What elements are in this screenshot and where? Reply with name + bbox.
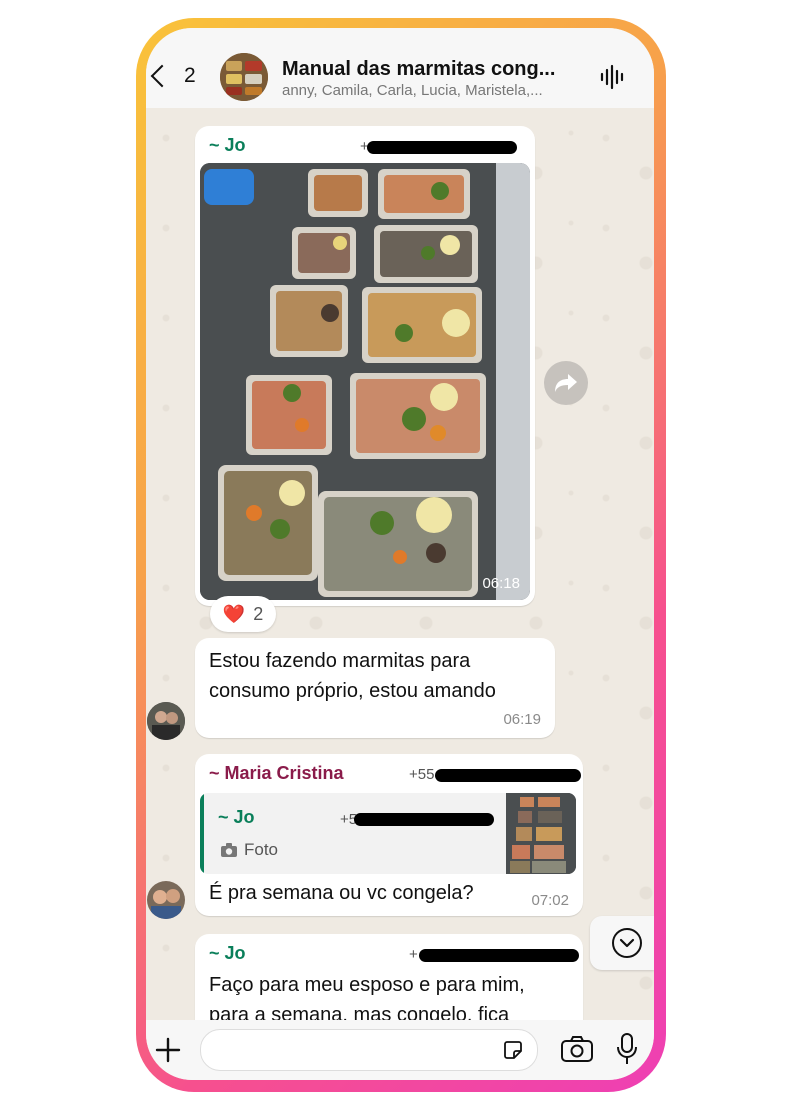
sender-phone: + bbox=[409, 946, 418, 963]
text-message[interactable]: Estou fazendo marmitas para consumo próp… bbox=[195, 638, 555, 738]
message-text: É pra semana ou vc congela? bbox=[209, 882, 474, 904]
camera-icon[interactable] bbox=[560, 1034, 594, 1064]
message-text-line: consumo próprio, estou amando bbox=[209, 680, 496, 702]
group-title[interactable]: Manual das marmitas cong... bbox=[282, 58, 582, 81]
photo-timestamp: 06:18 bbox=[482, 575, 520, 592]
avatar[interactable] bbox=[147, 881, 185, 919]
sticker-icon[interactable] bbox=[501, 1038, 525, 1062]
quote-sender: ~ Jo bbox=[218, 807, 255, 827]
forward-button[interactable] bbox=[544, 361, 588, 405]
quote-type: Foto bbox=[220, 840, 278, 860]
group-members[interactable]: anny, Camila, Carla, Lucia, Maristela,..… bbox=[282, 82, 582, 99]
message-composer bbox=[146, 1020, 654, 1080]
redacted-phone bbox=[354, 813, 494, 826]
food-photo[interactable]: 06:18 bbox=[200, 163, 530, 600]
avatar[interactable] bbox=[147, 702, 185, 740]
quoted-message[interactable]: ~ Jo +5 Foto bbox=[200, 793, 576, 874]
message-timestamp: 06:19 bbox=[503, 711, 541, 728]
unread-count: 2 bbox=[184, 64, 196, 87]
quote-bar bbox=[200, 793, 204, 874]
message-text-line: Faço para meu esposo e para mim, bbox=[209, 974, 525, 996]
microphone-icon[interactable] bbox=[616, 1032, 638, 1066]
scroll-down-button[interactable] bbox=[590, 916, 654, 970]
chevron-left-icon bbox=[150, 64, 174, 88]
heart-reaction-icon: ❤️ bbox=[222, 603, 246, 624]
quote-thumbnail bbox=[506, 793, 576, 874]
forward-icon bbox=[555, 374, 577, 392]
redacted-phone bbox=[435, 769, 581, 782]
sender-phone: +55 bbox=[409, 766, 435, 783]
chat-screen: 2 Manual das marmitas cong... anny, Cami… bbox=[146, 28, 654, 1080]
reaction-count: 2 bbox=[253, 603, 264, 624]
message-sender: ~ Maria Cristina bbox=[209, 763, 344, 783]
redacted-phone bbox=[419, 949, 579, 962]
quote-type-label: Foto bbox=[244, 840, 279, 859]
message-input[interactable] bbox=[200, 1029, 538, 1071]
message-text-line: Estou fazendo marmitas para bbox=[209, 650, 471, 672]
waveform-icon[interactable] bbox=[600, 64, 626, 90]
camera-icon bbox=[221, 843, 237, 857]
plus-icon[interactable] bbox=[154, 1036, 182, 1064]
message-sender: ~ Jo bbox=[209, 943, 246, 963]
message-timestamp: 07:02 bbox=[531, 892, 569, 909]
message-sender: ~ Jo bbox=[209, 135, 246, 155]
group-avatar[interactable] bbox=[220, 53, 268, 101]
chevron-down-circle-icon bbox=[612, 928, 642, 958]
reaction-badge[interactable]: ❤️ 2 bbox=[210, 596, 276, 632]
redacted-phone bbox=[367, 141, 517, 154]
chat-header: 2 Manual das marmitas cong... anny, Cami… bbox=[146, 28, 654, 108]
back-button[interactable]: 2 bbox=[146, 58, 198, 94]
